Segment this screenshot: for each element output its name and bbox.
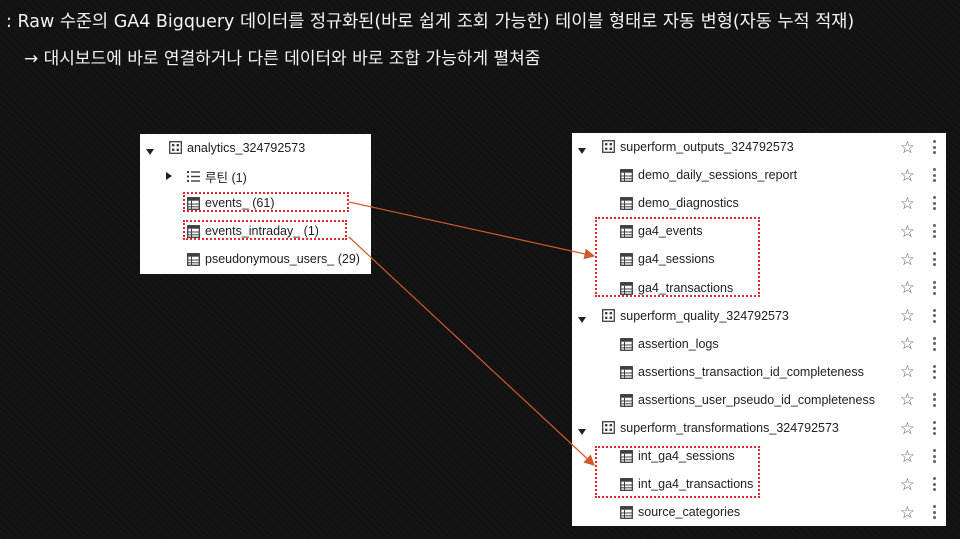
table-icon	[187, 253, 200, 266]
more-vert-icon[interactable]	[933, 280, 937, 295]
table-row[interactable]: assertions_transaction_id_completeness ☆	[572, 358, 946, 386]
table-row[interactable]: demo_daily_sessions_report ☆	[572, 161, 946, 189]
source-dataset-panel: analytics_324792573 루틴 (1) events_ (61) …	[140, 134, 371, 274]
more-vert-icon[interactable]	[933, 168, 937, 183]
dataset-label: superform_transformations_324792573	[620, 421, 839, 435]
dataset-label: superform_quality_324792573	[620, 308, 789, 323]
arrow-events-to-outputs	[348, 201, 596, 260]
highlight-box	[595, 217, 760, 297]
table-icon	[620, 506, 633, 520]
more-vert-icon[interactable]	[933, 336, 937, 351]
table-label: demo_daily_sessions_report	[638, 168, 798, 183]
more-vert-icon[interactable]	[933, 308, 937, 323]
more-vert-icon[interactable]	[933, 449, 937, 464]
dataset-row-analytics[interactable]: analytics_324792573	[140, 134, 371, 162]
dataset-label: analytics_324792573	[187, 141, 306, 155]
more-vert-icon[interactable]	[933, 505, 937, 520]
dataset-grid-icon	[169, 141, 182, 154]
table-icon	[620, 197, 633, 211]
table-row[interactable]: demo_diagnostics ☆	[572, 189, 946, 217]
more-vert-icon[interactable]	[933, 252, 937, 267]
dataset-row[interactable]: superform_outputs_324792573 ☆	[572, 133, 946, 161]
dataset-grid-icon	[602, 308, 615, 322]
chevron-down-icon[interactable]	[578, 429, 586, 435]
table-label: source_categories	[638, 505, 741, 520]
dataset-grid-icon	[602, 140, 615, 153]
star-icon[interactable]: ☆	[900, 251, 915, 268]
star-icon[interactable]: ☆	[900, 223, 915, 240]
chevron-down-icon[interactable]	[578, 148, 586, 154]
table-icon	[620, 393, 633, 407]
chevron-right-icon[interactable]	[166, 172, 172, 180]
routine-row[interactable]: 루틴 (1)	[140, 162, 371, 190]
headline: : Raw 수준의 GA4 Bigquery 데이터를 정규화된(바로 쉽게 조…	[6, 12, 855, 32]
more-vert-icon[interactable]	[933, 196, 937, 211]
routine-label: 루틴 (1)	[205, 170, 247, 185]
more-vert-icon[interactable]	[933, 364, 937, 379]
routine-list-icon	[187, 171, 200, 182]
dataset-label: superform_outputs_324792573	[620, 140, 794, 154]
star-icon[interactable]: ☆	[900, 448, 915, 465]
table-row-pseudonymous-users[interactable]: pseudonymous_users_ (29)	[140, 245, 371, 273]
more-vert-icon[interactable]	[933, 224, 937, 239]
highlight-box	[183, 192, 349, 212]
highlight-box	[595, 446, 760, 498]
arrow-intraday-to-transformations	[348, 236, 595, 466]
star-icon[interactable]: ☆	[900, 363, 915, 380]
more-vert-icon[interactable]	[933, 477, 937, 492]
dataset-row[interactable]: superform_quality_324792573 ☆	[572, 302, 946, 330]
dataset-grid-icon	[602, 421, 615, 434]
table-icon	[620, 169, 633, 183]
table-icon	[620, 337, 633, 351]
table-label: assertions_user_pseudo_id_completeness	[638, 392, 875, 407]
table-row[interactable]: assertions_user_pseudo_id_completeness ☆	[572, 386, 946, 414]
subline: → 대시보드에 바로 연결하거나 다른 데이터와 바로 조합 가능하게 펼쳐줌	[24, 49, 541, 69]
table-label: assertion_logs	[638, 336, 719, 351]
star-icon[interactable]: ☆	[900, 195, 915, 212]
table-label: pseudonymous_users_ (29)	[205, 252, 360, 266]
chevron-down-icon[interactable]	[146, 149, 154, 155]
star-icon[interactable]: ☆	[900, 420, 915, 437]
star-icon[interactable]: ☆	[900, 504, 915, 521]
star-icon[interactable]: ☆	[900, 139, 915, 156]
table-row[interactable]: assertion_logs ☆	[572, 330, 946, 358]
table-row[interactable]: source_categories ☆	[572, 498, 946, 526]
highlight-box	[183, 220, 347, 240]
table-label: demo_diagnostics	[638, 196, 739, 211]
more-vert-icon[interactable]	[933, 392, 937, 407]
star-icon[interactable]: ☆	[900, 307, 915, 324]
more-vert-icon[interactable]	[933, 421, 937, 435]
table-label: assertions_transaction_id_completeness	[638, 364, 864, 379]
chevron-down-icon[interactable]	[578, 316, 586, 323]
star-icon[interactable]: ☆	[900, 279, 915, 296]
star-icon[interactable]: ☆	[900, 335, 915, 352]
dataset-row[interactable]: superform_transformations_324792573 ☆	[572, 414, 946, 442]
table-icon	[620, 365, 633, 379]
star-icon[interactable]: ☆	[900, 391, 915, 408]
more-vert-icon[interactable]	[933, 140, 937, 154]
star-icon[interactable]: ☆	[900, 167, 915, 184]
star-icon[interactable]: ☆	[900, 476, 915, 493]
output-dataset-panel: superform_outputs_324792573 ☆ demo_daily_s…	[572, 133, 946, 526]
